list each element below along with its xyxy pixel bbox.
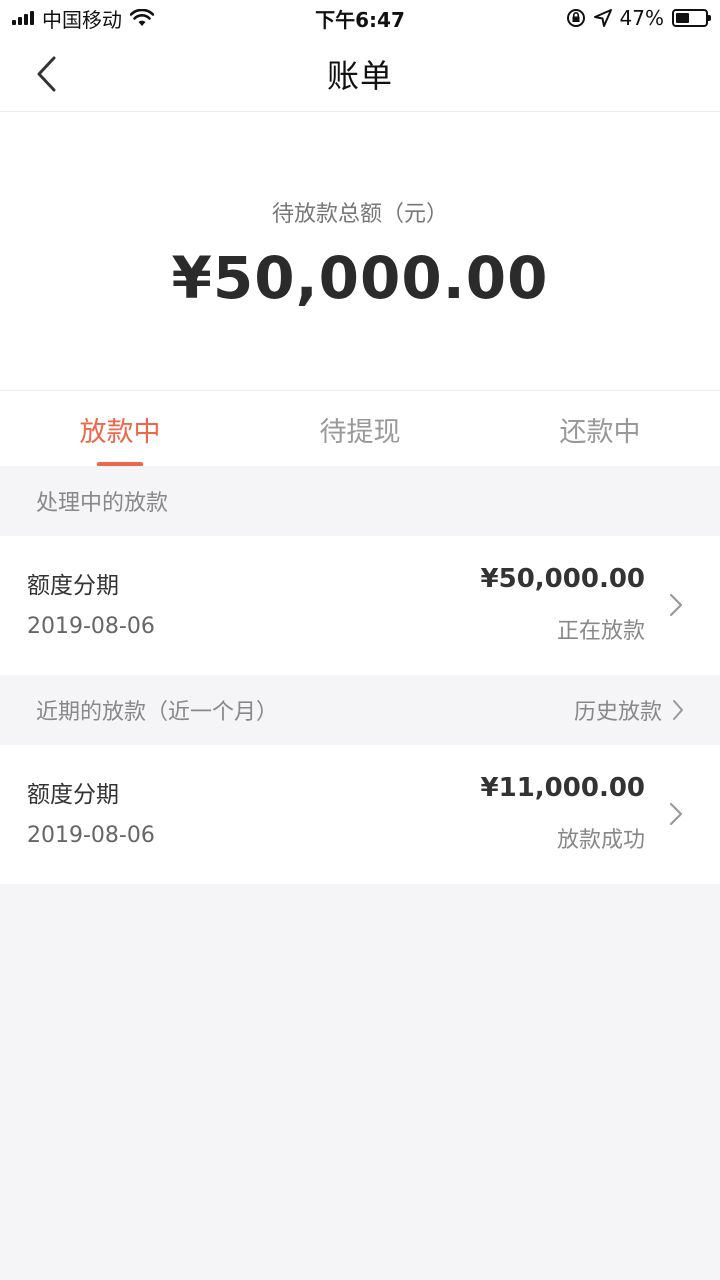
history-label: 历史放款 [573, 700, 662, 725]
summary-amount: ¥50,000.00 [171, 244, 549, 312]
recent-section-header: 近期的放款（近一个月） 历史放款 [0, 675, 720, 745]
loan-status: 放款成功 [556, 828, 645, 853]
section-title: 近期的放款（近一个月） [36, 700, 279, 725]
status-left: 中国移动 [12, 4, 154, 33]
tab-label: 待提现 [319, 416, 401, 448]
status-bar: 中国移动 下午6:47 47% [0, 0, 720, 36]
status-right: 47% [566, 6, 711, 30]
tab-label: 还款中 [559, 416, 641, 448]
signal-icon [12, 11, 34, 25]
chevron-right-icon [669, 802, 683, 826]
battery-percent: 47% [619, 6, 664, 30]
summary-label: 待放款总额（元） [271, 202, 448, 227]
loan-item[interactable]: 额度分期 2019-08-06 ¥11,000.00 放款成功 [0, 745, 720, 884]
page-title: 账单 [326, 56, 393, 95]
loan-amount: ¥11,000.00 [480, 773, 645, 803]
back-button[interactable] [22, 50, 70, 98]
loan-status: 正在放款 [556, 619, 645, 644]
tab-lending[interactable]: 放款中 [0, 391, 240, 467]
loan-item[interactable]: 额度分期 2019-08-06 ¥50,000.00 正在放款 [0, 536, 720, 675]
loan-date: 2019-08-06 [27, 614, 155, 639]
nav-bar: 账单 [0, 36, 720, 112]
wifi-icon [130, 9, 154, 26]
tab-label: 放款中 [79, 416, 161, 448]
orientation-lock-icon [566, 9, 585, 27]
tab-bar: 放款中 待提现 还款中 [0, 390, 720, 467]
history-link[interactable]: 历史放款 [574, 694, 684, 726]
section-title: 处理中的放款 [36, 491, 169, 516]
loan-date: 2019-08-06 [27, 823, 155, 848]
chevron-left-icon [37, 56, 56, 92]
chevron-right-icon [669, 593, 683, 617]
tab-repaying[interactable]: 还款中 [480, 391, 720, 467]
processing-section-header: 处理中的放款 [0, 466, 720, 536]
loan-name: 额度分期 [27, 782, 119, 808]
battery-icon [672, 9, 711, 27]
location-arrow-icon [593, 9, 612, 27]
loan-name: 额度分期 [27, 573, 119, 599]
tab-pending-withdrawal[interactable]: 待提现 [240, 391, 480, 467]
battery-level [676, 13, 690, 23]
loan-amount: ¥50,000.00 [480, 564, 645, 594]
chevron-right-icon [673, 700, 683, 720]
pending-summary: 待放款总额（元） ¥50,000.00 [0, 112, 720, 390]
carrier-label: 中国移动 [42, 7, 122, 32]
